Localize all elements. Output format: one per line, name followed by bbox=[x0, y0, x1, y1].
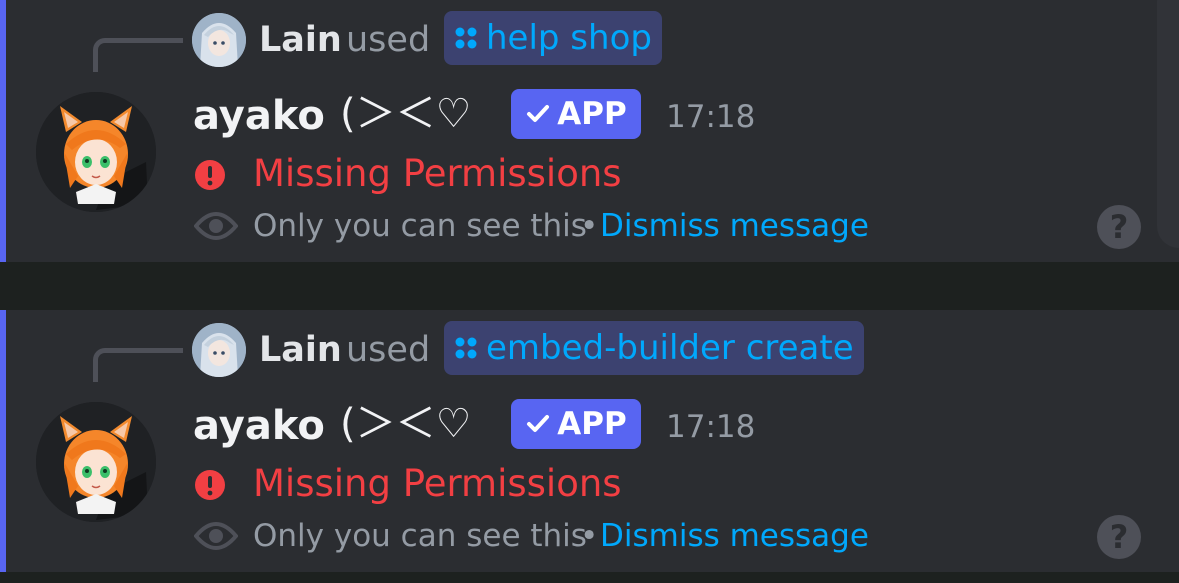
replied-user-avatar[interactable] bbox=[192, 13, 246, 67]
bot-avatar[interactable] bbox=[36, 402, 156, 522]
ephemeral-notice: Only you can see this bbox=[253, 518, 587, 554]
error-message: Missing Permissions bbox=[253, 152, 622, 195]
bot-avatar[interactable] bbox=[36, 92, 156, 212]
highlight-bar bbox=[0, 310, 6, 572]
checkmark-icon bbox=[527, 415, 550, 432]
ephemeral-message: Lain used embed-builder create ayako (＞＜… bbox=[0, 310, 1179, 572]
app-badge: APP bbox=[511, 89, 641, 139]
help-icon[interactable]: ? bbox=[1097, 205, 1141, 249]
message-timestamp: 17:18 bbox=[666, 99, 756, 135]
slash-command-icon bbox=[455, 337, 477, 359]
replied-user-avatar[interactable] bbox=[192, 323, 246, 377]
reply-connector bbox=[93, 38, 183, 72]
dismiss-message-link[interactable]: Dismiss message bbox=[600, 516, 869, 556]
slash-command-icon bbox=[455, 27, 477, 49]
command-mention[interactable]: embed-builder create bbox=[444, 321, 864, 375]
side-panel bbox=[1157, 0, 1179, 248]
help-icon[interactable]: ? bbox=[1097, 515, 1141, 559]
reply-used-text: used bbox=[346, 330, 431, 370]
replied-user-name[interactable]: Lain bbox=[259, 18, 342, 62]
separator-dot: • bbox=[580, 518, 599, 554]
error-icon bbox=[195, 160, 225, 190]
command-name: embed-builder create bbox=[486, 328, 854, 368]
app-badge-label: APP bbox=[557, 96, 627, 132]
checkmark-icon bbox=[527, 105, 550, 122]
eye-icon bbox=[194, 522, 238, 550]
bot-name-decoration: (＞＜♡ bbox=[340, 401, 472, 447]
app-badge: APP bbox=[511, 399, 641, 449]
command-name: help shop bbox=[486, 18, 652, 58]
highlight-bar bbox=[0, 0, 6, 262]
reply-used-text: used bbox=[346, 20, 431, 60]
bot-name[interactable]: ayako bbox=[193, 92, 325, 140]
replied-user-name[interactable]: Lain bbox=[259, 328, 342, 372]
error-message: Missing Permissions bbox=[253, 462, 622, 505]
error-icon bbox=[195, 470, 225, 500]
bot-name-decoration: (＞＜♡ bbox=[340, 91, 472, 137]
separator-dot: • bbox=[580, 208, 599, 244]
eye-icon bbox=[194, 212, 238, 240]
reply-connector bbox=[93, 348, 183, 382]
bot-name[interactable]: ayako bbox=[193, 402, 325, 450]
app-badge-label: APP bbox=[557, 406, 627, 442]
dismiss-message-link[interactable]: Dismiss message bbox=[600, 206, 869, 246]
ephemeral-notice: Only you can see this bbox=[253, 208, 587, 244]
command-mention[interactable]: help shop bbox=[444, 11, 662, 65]
message-timestamp: 17:18 bbox=[666, 409, 756, 445]
ephemeral-message: Lain used help shop ayako (＞＜♡ APP 17:18… bbox=[0, 0, 1179, 262]
